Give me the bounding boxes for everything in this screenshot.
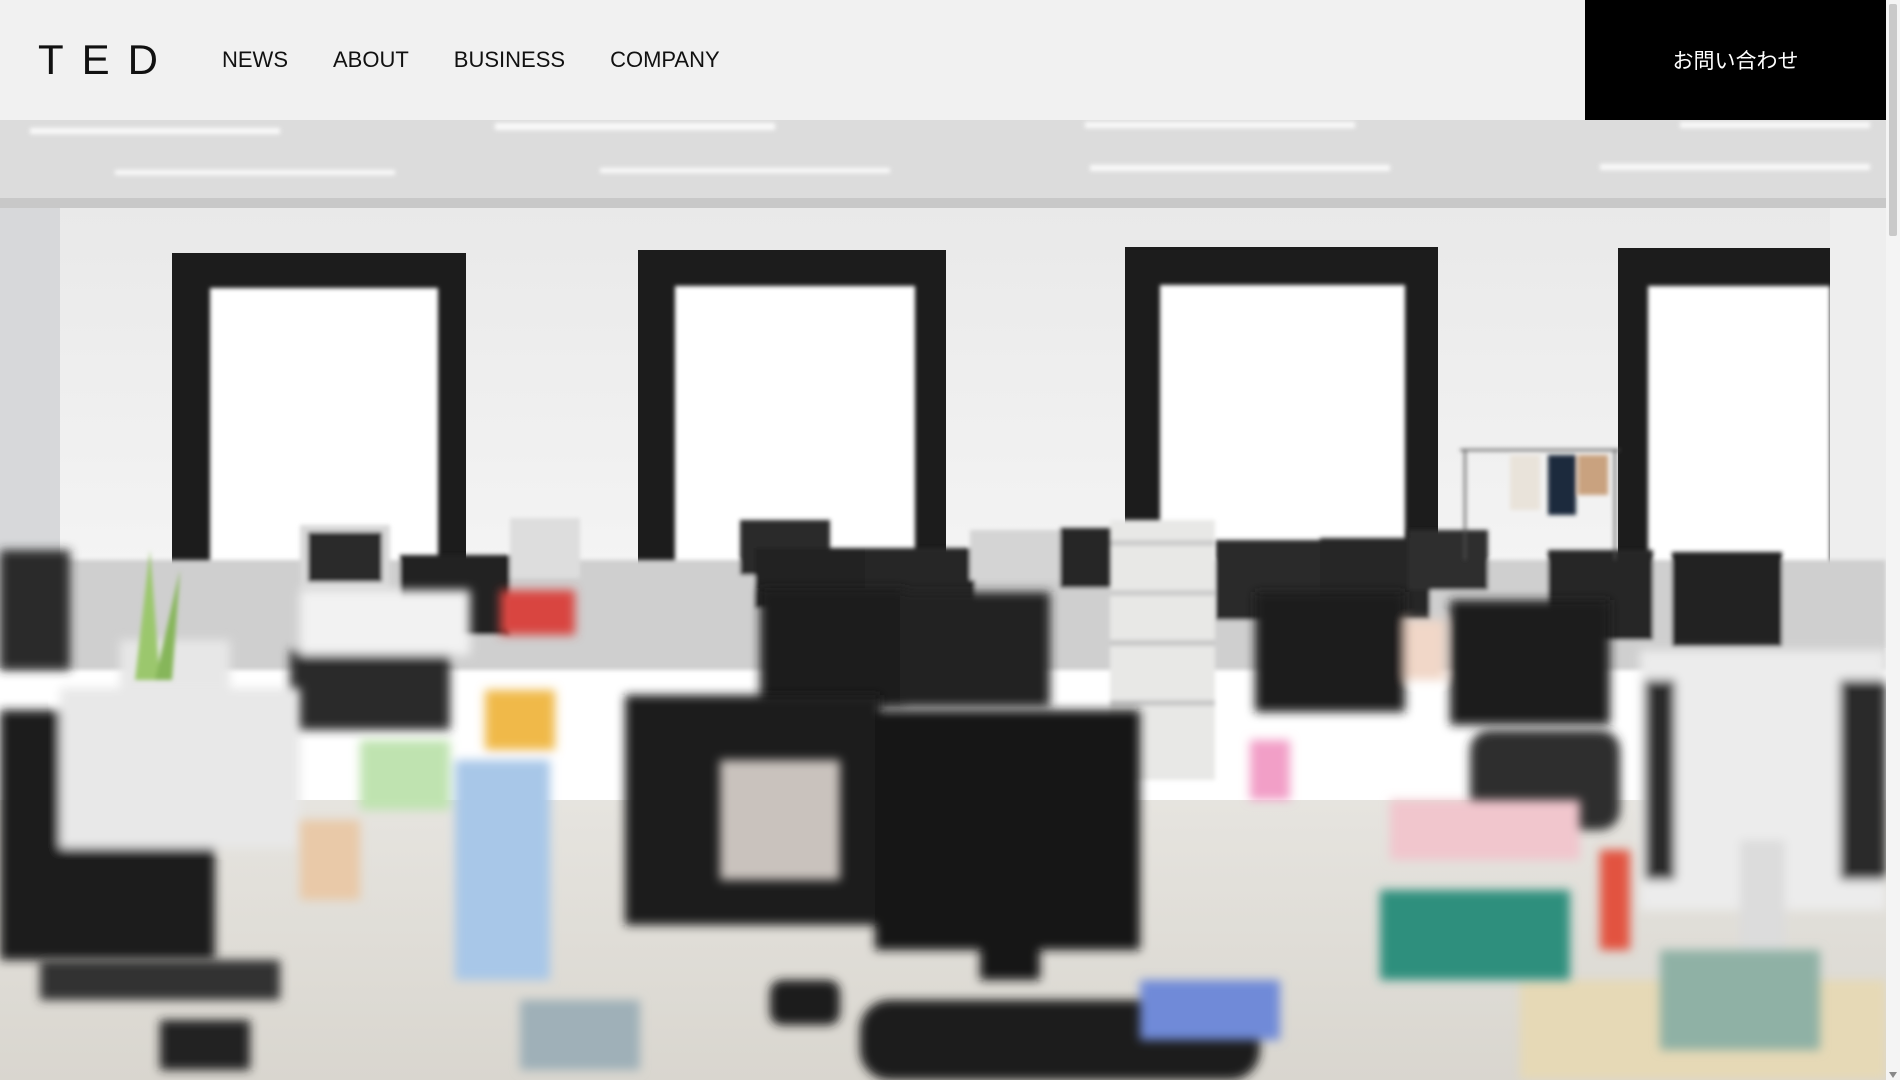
- nav-news[interactable]: NEWS: [222, 47, 288, 73]
- scroll-down-arrow-icon[interactable]: [1889, 1072, 1897, 1078]
- scrollbar-thumb[interactable]: [1889, 4, 1897, 236]
- nav-about[interactable]: ABOUT: [333, 47, 409, 73]
- page-scrollbar[interactable]: [1886, 0, 1900, 1080]
- nav-business[interactable]: BUSINESS: [454, 47, 565, 73]
- office-photo: [0, 120, 1886, 1080]
- hero-image: [0, 120, 1886, 1080]
- site-logo[interactable]: TED: [38, 36, 176, 84]
- contact-button[interactable]: お問い合わせ: [1585, 0, 1886, 120]
- site-header: TED NEWS ABOUT BUSINESS COMPANY: [0, 0, 1585, 120]
- nav-company[interactable]: COMPANY: [610, 47, 720, 73]
- main-nav: NEWS ABOUT BUSINESS COMPANY: [222, 47, 765, 73]
